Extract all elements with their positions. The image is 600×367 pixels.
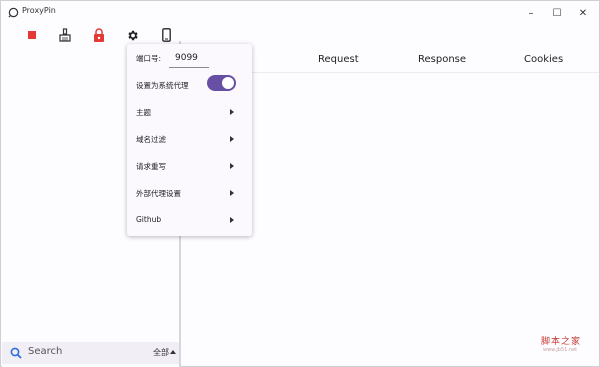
app-window: ProxyPin – ☐ ✕ Request Response Cookies … — [0, 0, 600, 367]
tab-response[interactable]: Response — [418, 54, 466, 65]
system-proxy-label: 设置为系统代理 — [136, 81, 189, 90]
search-input[interactable]: Search — [28, 346, 62, 357]
menu-item-domain-filter[interactable]: 域名过滤 — [127, 124, 252, 150]
menu-item-label: Github — [136, 215, 162, 224]
port-label: 端口号: — [136, 54, 162, 63]
search-scope-select[interactable]: 全部 — [153, 347, 169, 358]
menu-item-label: 主题 — [136, 108, 151, 117]
window-title: ProxyPin — [22, 6, 56, 15]
minimize-button[interactable]: – — [518, 1, 544, 25]
chevron-right-icon — [230, 163, 234, 169]
menu-item-external-proxy[interactable]: 外部代理设置 — [127, 178, 252, 204]
tab-request[interactable]: Request — [318, 54, 359, 65]
https-proxy-button[interactable] — [90, 26, 108, 44]
close-button[interactable]: ✕ — [570, 1, 596, 25]
gear-icon — [127, 30, 138, 40]
stop-icon — [27, 30, 36, 39]
menu-item-label: 请求重写 — [136, 162, 166, 171]
search-icon — [10, 347, 22, 359]
tab-cookies[interactable]: Cookies — [524, 54, 563, 65]
clear-button[interactable] — [56, 26, 74, 44]
title-bar: ProxyPin – ☐ ✕ — [1, 1, 599, 25]
toggle-knob — [222, 77, 234, 89]
menu-item-theme[interactable]: 主题 — [127, 97, 252, 123]
search-bar: Search 全部 — [2, 342, 179, 364]
toolbar — [1, 25, 251, 45]
menu-item-label: 域名过滤 — [136, 135, 166, 144]
menu-item-label: 外部代理设置 — [136, 189, 181, 198]
app-logo-icon — [8, 7, 19, 18]
caret-up-icon — [170, 350, 176, 354]
settings-button[interactable] — [123, 26, 141, 44]
menu-item-github[interactable]: Github — [127, 205, 252, 231]
chevron-right-icon — [230, 190, 234, 196]
watermark: 脚本之家 — [541, 337, 582, 347]
broom-icon — [59, 28, 71, 42]
maximize-button[interactable]: ☐ — [544, 1, 570, 25]
chevron-right-icon — [230, 136, 234, 142]
settings-menu: 端口号: 设置为系统代理 主题 域名过滤 请求重写 外部代理设置 Github — [127, 44, 252, 236]
menu-item-request-rewrite[interactable]: 请求重写 — [127, 151, 252, 177]
watermark-url: www.jb51.net — [543, 347, 578, 353]
chevron-right-icon — [230, 217, 234, 223]
chevron-right-icon — [230, 109, 234, 115]
port-row: 端口号: — [127, 44, 252, 70]
phone-icon — [161, 28, 171, 42]
stop-button[interactable] — [23, 26, 41, 44]
port-input[interactable] — [169, 48, 209, 68]
system-proxy-toggle[interactable] — [207, 75, 236, 91]
lock-icon — [94, 28, 104, 42]
mobile-connect-button[interactable] — [157, 26, 175, 44]
